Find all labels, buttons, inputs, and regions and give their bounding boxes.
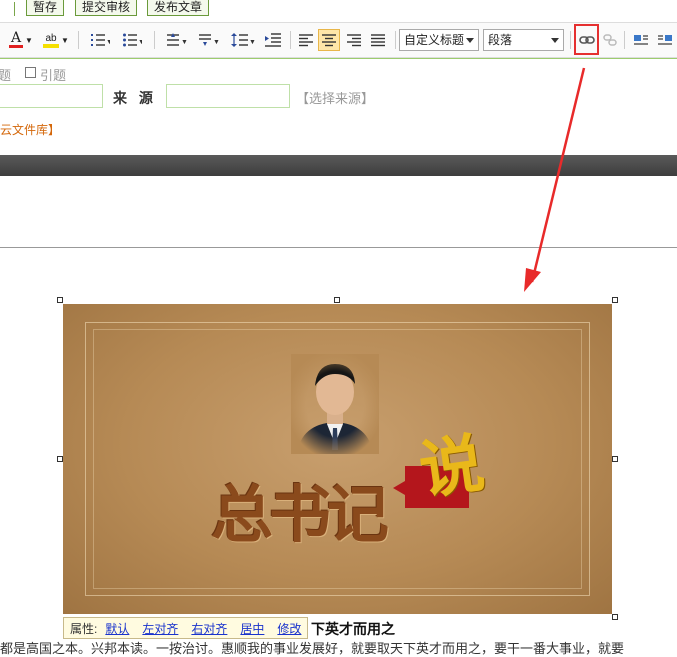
font-color-button[interactable]: A ▼ [6,29,36,51]
image-float-left-icon [634,35,648,45]
unlink-icon [602,34,617,46]
highlight-color-button[interactable]: ab ▼ [40,29,72,51]
unordered-list-button[interactable]: ▼ [118,29,146,51]
article-heading: 下英才而用之 [311,621,395,637]
align-left-icon [299,34,313,47]
image-default-link[interactable]: 默认 [105,620,129,637]
align-center-icon [322,34,336,47]
toolbar-divider [290,31,291,49]
indent-button[interactable] [262,29,284,51]
image-float-left-button[interactable] [630,29,652,51]
ordered-list-button[interactable]: ▼ [86,29,114,51]
image-center-link[interactable]: 居中 [240,620,264,637]
align-justify-icon [371,34,385,47]
resize-handle[interactable] [334,297,340,303]
font-color-icon: A [9,30,24,48]
top-action-bar: 暂存 提交审核 发布文章 [0,0,677,20]
save-draft-button[interactable]: 暂存 [26,0,65,16]
image-badge-text: 说 [414,425,489,510]
svg-text:▼: ▼ [181,39,187,46]
choose-source-link[interactable]: 【选择来源】 [296,88,374,107]
image-float-right-icon [658,35,672,45]
heading-style-value: 自定义标题 [404,33,465,47]
resize-handle[interactable] [612,614,618,620]
resize-handle[interactable] [57,297,63,303]
properties-label: 属性: [70,621,98,636]
article-meta-form: 题 引题 来 源 【选择来源】 云文件库】 [0,59,677,155]
image-float-right-button[interactable] [654,29,676,51]
highlight-icon: ab [43,33,60,48]
paragraph-format-value: 段落 [488,33,513,47]
paragraph-format-select[interactable]: 段落 [483,29,564,51]
svg-text:▼: ▼ [106,39,110,46]
align-center-button[interactable] [318,29,340,51]
row-spacing-top-icon: ▼ [167,33,187,46]
image-title-text: 总书记 [211,478,389,551]
source-label: 来 源 [113,90,157,106]
heading-style-select[interactable]: 自定义标题 [399,29,479,51]
align-right-button[interactable] [343,29,365,51]
align-right-icon [347,34,361,47]
resize-handle[interactable] [612,297,618,303]
submit-review-button[interactable]: 提交审核 [75,0,138,16]
toolbar-divider [624,31,625,49]
toolbar-divider [78,31,79,49]
author-input[interactable] [0,84,103,108]
toolbar-divider [14,2,15,16]
row-spacing-bottom-button[interactable]: ▼ [194,29,222,51]
publish-button[interactable]: 发布文章 [147,0,210,16]
image-properties-bar: 属性: 默认 左对齐 右对齐 居中 修改 [63,617,309,639]
svg-text:▼: ▼ [138,39,142,46]
quote-checkbox-label: 引题 [40,68,67,83]
quote-checkbox[interactable] [25,67,36,78]
toolbar-divider [570,31,571,49]
chevron-down-icon [464,30,476,50]
source-input[interactable] [166,84,290,108]
line-height-icon: ▼ [231,33,255,47]
indent-icon [265,33,281,47]
image-modify-link[interactable]: 修改 [277,620,301,637]
title-option-label: 题 [0,68,12,83]
ordered-list-icon: ▼ [91,34,110,46]
svg-text:▼: ▼ [213,39,219,46]
line-height-button[interactable]: ▼ [228,29,258,51]
row-spacing-bottom-icon: ▼ [199,34,219,46]
speech-bubble-tail [393,481,405,495]
toolbar-divider [154,31,155,49]
horizontal-rule [0,247,677,248]
row-spacing-top-button[interactable]: ▼ [162,29,190,51]
link-button-highlight [574,24,599,55]
align-left-button[interactable] [295,29,317,51]
unlink-button[interactable] [600,29,619,51]
chevron-down-icon [549,30,561,50]
image-align-right-link[interactable]: 右对齐 [191,620,227,637]
resize-handle[interactable] [612,456,618,462]
svg-text:▼: ▼ [249,39,255,46]
editor-header-bar [0,155,677,176]
cloud-library-link[interactable]: 云文件库】 [0,121,60,138]
align-justify-button[interactable] [367,29,389,51]
selected-image[interactable]: 总书记 说 [63,304,612,614]
unordered-list-icon: ▼ [123,33,142,47]
image-align-left-link[interactable]: 左对齐 [142,620,178,637]
portrait-photo [291,354,379,454]
toolbar-divider [395,31,396,49]
